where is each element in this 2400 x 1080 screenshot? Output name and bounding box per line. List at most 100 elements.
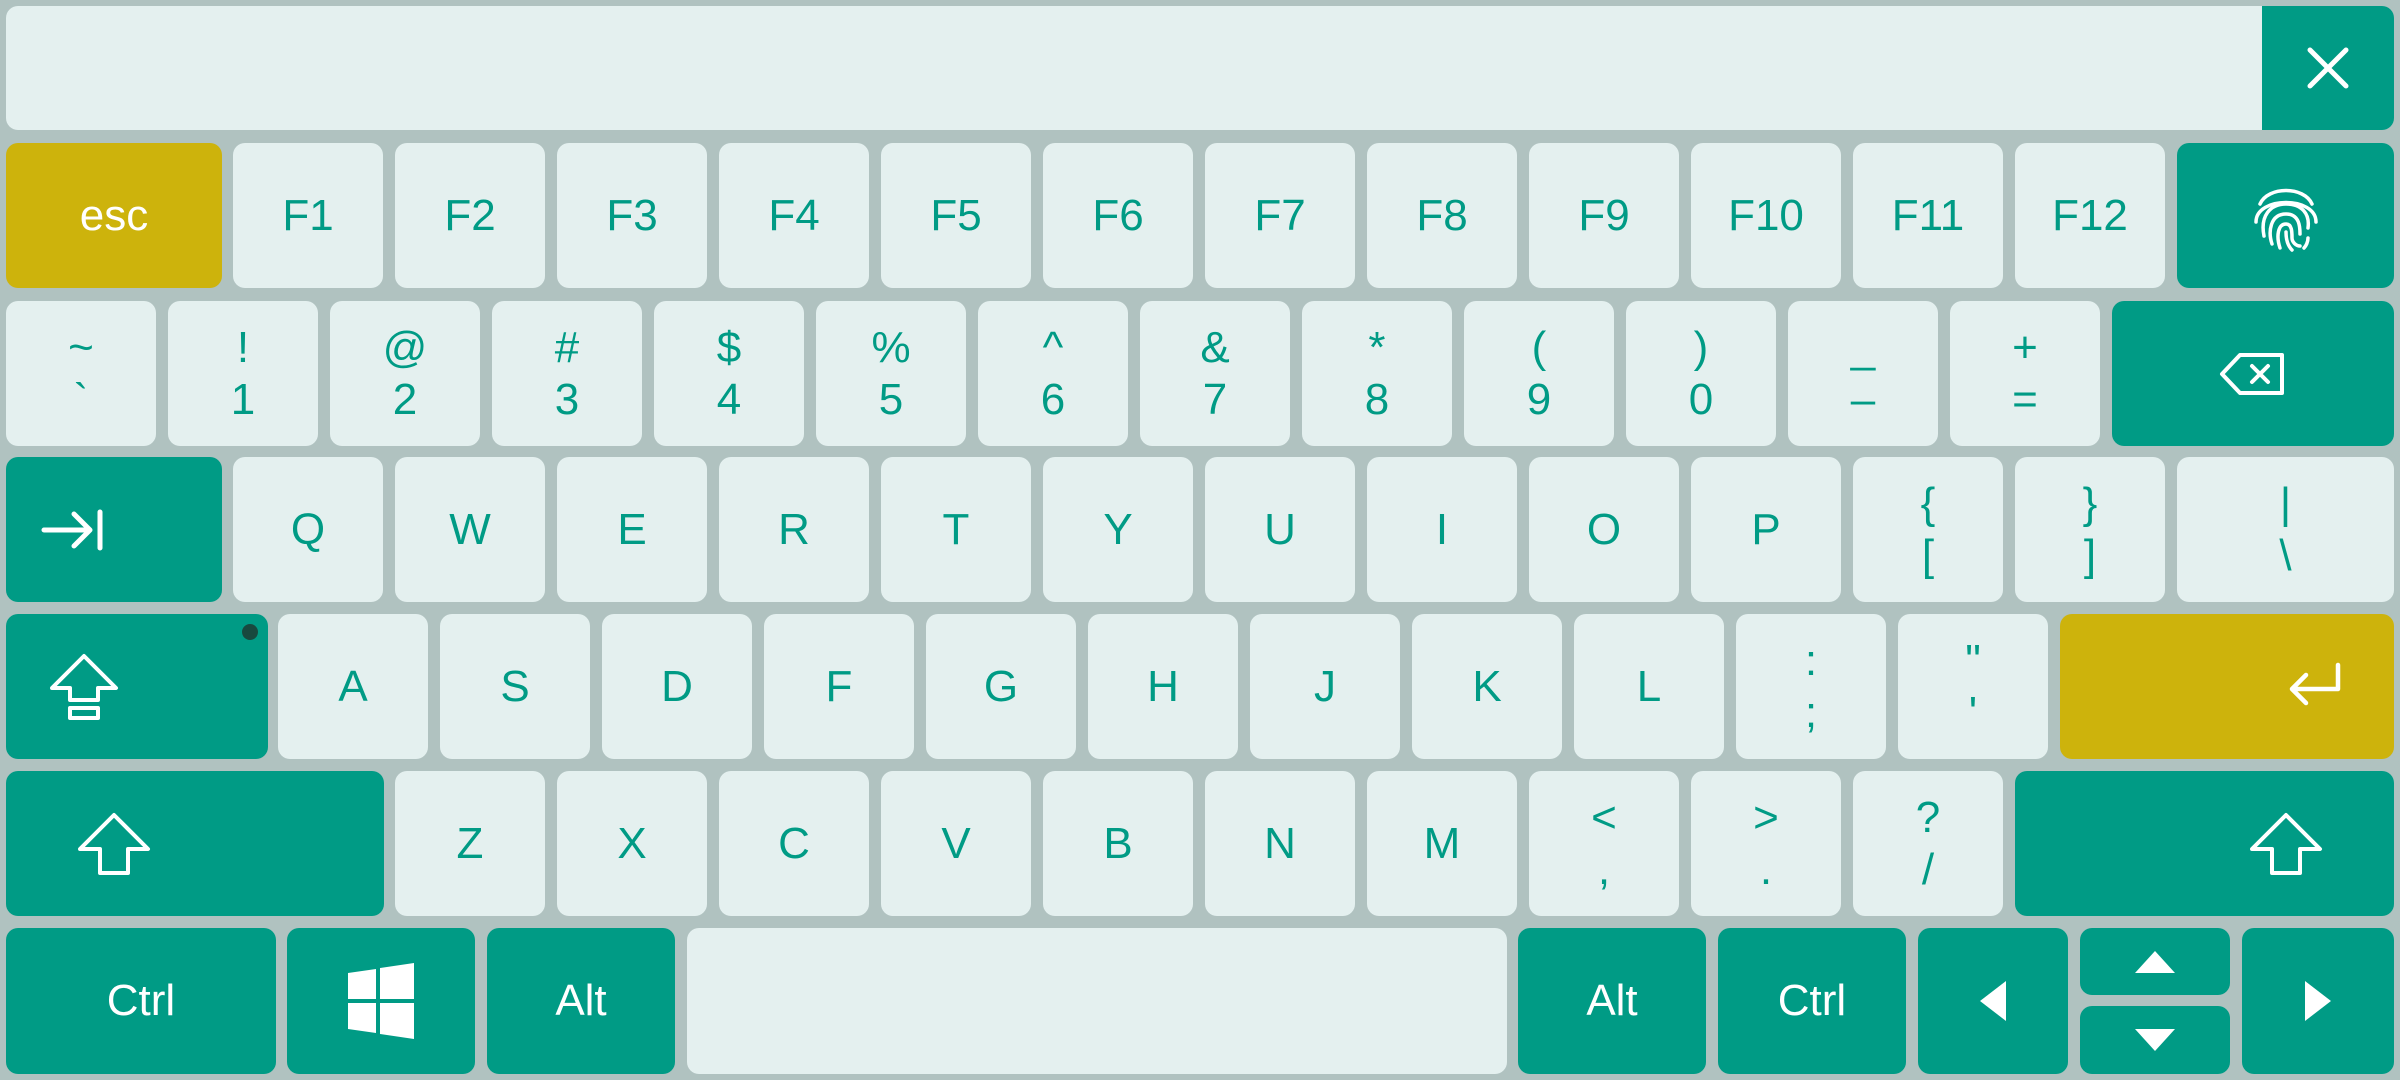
pipe-label: | xyxy=(2279,478,2292,528)
key-m[interactable]: M xyxy=(1367,771,1517,916)
left-alt-label: Alt xyxy=(555,976,607,1025)
f11-key[interactable]: F11 xyxy=(1853,143,2003,288)
key-n[interactable]: N xyxy=(1205,771,1355,916)
right-alt-key[interactable]: Alt xyxy=(1518,928,1706,1074)
key-8[interactable]: * 8 xyxy=(1302,301,1452,446)
key-6[interactable]: ^ 6 xyxy=(978,301,1128,446)
key-0[interactable]: ) 0 xyxy=(1626,301,1776,446)
slash-key[interactable]: ? / xyxy=(1853,771,2003,916)
key-t[interactable]: T xyxy=(881,457,1031,602)
key-7[interactable]: & 7 xyxy=(1140,301,1290,446)
key-b[interactable]: B xyxy=(1043,771,1193,916)
arrow-down-key[interactable] xyxy=(2080,1006,2230,1074)
fingerprint-key[interactable] xyxy=(2177,143,2394,288)
left-alt-key[interactable]: Alt xyxy=(487,928,675,1074)
key-c[interactable]: C xyxy=(719,771,869,916)
semicolon-key[interactable]: :; xyxy=(1736,614,1886,759)
f6-key[interactable]: F6 xyxy=(1043,143,1193,288)
right-bracket-key[interactable]: }] xyxy=(2015,457,2165,602)
key-l[interactable]: L xyxy=(1574,614,1724,759)
key-2[interactable]: @2 xyxy=(330,301,480,446)
text-input-bar[interactable] xyxy=(6,6,2262,130)
key-h[interactable]: H xyxy=(1088,614,1238,759)
right-shift-key[interactable] xyxy=(2015,771,2394,916)
key-p-label: P xyxy=(1751,504,1781,554)
key-x-label: X xyxy=(617,818,647,868)
right-ctrl-key[interactable]: Ctrl xyxy=(1718,928,1906,1074)
f10-key[interactable]: F10 xyxy=(1691,143,1841,288)
key-o[interactable]: O xyxy=(1529,457,1679,602)
f1-key[interactable]: F1 xyxy=(233,143,383,288)
key-w[interactable]: W xyxy=(395,457,545,602)
arrow-up-key[interactable] xyxy=(2080,928,2230,995)
space-bar[interactable] xyxy=(687,928,1507,1074)
enter-icon xyxy=(2289,662,2341,705)
key-c-label: C xyxy=(778,818,810,868)
key-o-label: O xyxy=(1586,504,1622,554)
esc-key[interactable]: esc xyxy=(6,143,222,288)
key-q[interactable]: Q xyxy=(233,457,383,602)
key-0-label: 0 xyxy=(1688,374,1714,424)
key-s[interactable]: S xyxy=(440,614,590,759)
f5-key[interactable]: F5 xyxy=(881,143,1031,288)
key-p[interactable]: P xyxy=(1691,457,1841,602)
key-9[interactable]: (9 xyxy=(1464,301,1614,446)
key-v[interactable]: V xyxy=(881,771,1031,916)
key-1-label: 1 xyxy=(230,374,256,424)
caps-lock-key[interactable] xyxy=(6,614,268,759)
key-f-label: F xyxy=(825,661,853,711)
caps-lock-indicator xyxy=(242,624,258,640)
key-j[interactable]: J xyxy=(1250,614,1400,759)
key-i[interactable]: I xyxy=(1367,457,1517,602)
minus-key[interactable]: _ – xyxy=(1788,301,1938,446)
key-5[interactable]: % 5 xyxy=(816,301,966,446)
tab-key[interactable] xyxy=(6,457,222,602)
key-9-shift-label: ( xyxy=(1531,322,1547,372)
key-e[interactable]: E xyxy=(557,457,707,602)
f2-key[interactable]: F2 xyxy=(395,143,545,288)
comma-key[interactable]: <, xyxy=(1529,771,1679,916)
key-4[interactable]: $4 xyxy=(654,301,804,446)
key-g[interactable]: G xyxy=(926,614,1076,759)
esc-key-label: esc xyxy=(79,190,149,240)
f4-key-label: F4 xyxy=(768,190,820,240)
backslash-key[interactable]: | \ xyxy=(2177,457,2394,602)
f1-key-label: F1 xyxy=(282,190,334,240)
arrow-left-key[interactable] xyxy=(1918,928,2068,1074)
windows-key[interactable] xyxy=(287,928,475,1074)
left-brace-label: { xyxy=(1920,478,1936,528)
right-brace-label: } xyxy=(2082,478,2098,528)
key-3[interactable]: #3 xyxy=(492,301,642,446)
f12-key[interactable]: F12 xyxy=(2015,143,2165,288)
f7-key[interactable]: F7 xyxy=(1205,143,1355,288)
left-shift-key[interactable] xyxy=(6,771,384,916)
key-f[interactable]: F xyxy=(764,614,914,759)
key-d[interactable]: D xyxy=(602,614,752,759)
period-key[interactable]: >. xyxy=(1691,771,1841,916)
left-ctrl-key[interactable]: Ctrl xyxy=(6,928,276,1074)
f9-key[interactable]: F9 xyxy=(1529,143,1679,288)
key-8-label: 8 xyxy=(1364,374,1390,424)
key-y[interactable]: Y xyxy=(1043,457,1193,602)
key-r[interactable]: R xyxy=(719,457,869,602)
key-q-label: Q xyxy=(290,504,326,554)
key-4-shift-label: $ xyxy=(716,322,742,372)
equals-key[interactable]: + = xyxy=(1950,301,2100,446)
key-k[interactable]: K xyxy=(1412,614,1562,759)
left-bracket-key[interactable]: {[ xyxy=(1853,457,2003,602)
f8-key[interactable]: F8 xyxy=(1367,143,1517,288)
key-a[interactable]: A xyxy=(278,614,428,759)
enter-key[interactable] xyxy=(2060,614,2394,759)
quote-key[interactable]: " ' xyxy=(1898,614,2048,759)
key-x[interactable]: X xyxy=(557,771,707,916)
tilde-key[interactable]: ~ ` xyxy=(6,301,156,446)
arrow-right-key[interactable] xyxy=(2242,928,2394,1074)
f3-key[interactable]: F3 xyxy=(557,143,707,288)
key-6-label: 6 xyxy=(1040,374,1066,424)
key-u[interactable]: U xyxy=(1205,457,1355,602)
f4-key[interactable]: F4 xyxy=(719,143,869,288)
close-button[interactable] xyxy=(2262,6,2394,130)
key-1[interactable]: ! 1 xyxy=(168,301,318,446)
backspace-key[interactable] xyxy=(2112,301,2394,446)
key-z[interactable]: Z xyxy=(395,771,545,916)
